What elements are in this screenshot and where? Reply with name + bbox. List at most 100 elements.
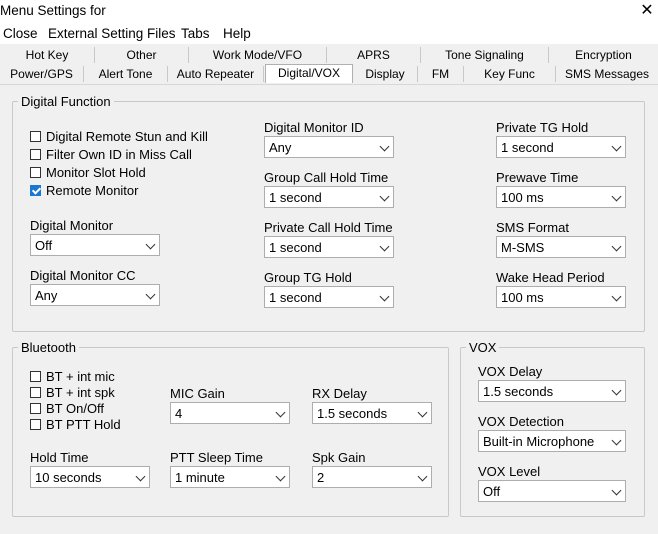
digital-monitor-select[interactable]: Off: [30, 234, 160, 256]
bt-int-mic-label: BT + int mic: [46, 369, 115, 384]
vox-delay-select[interactable]: 1.5 seconds: [478, 380, 626, 402]
vox-detection-label: VOX Detection: [478, 414, 564, 429]
tab-row-bottom: Power/GPS Alert Tone Auto Repeater Digit…: [0, 64, 658, 83]
bt-int-spk-label: BT + int spk: [46, 385, 115, 400]
ptt-sleep-time-label: PTT Sleep Time: [170, 450, 263, 465]
group-tg-hold-value: 1 second: [269, 290, 322, 305]
wake-head-period-label: Wake Head Period: [496, 270, 605, 285]
chevron-down-icon: [275, 407, 286, 418]
tab-work-mode-vfo[interactable]: Work Mode/VFO: [189, 47, 327, 63]
menu-external-setting-files[interactable]: External Setting Files: [48, 26, 176, 41]
chevron-down-icon: [135, 471, 146, 482]
chevron-down-icon: [611, 291, 622, 302]
group-call-hold-time-value: 1 second: [269, 190, 322, 205]
chevron-down-icon: [417, 471, 428, 482]
group-call-hold-time-select[interactable]: 1 second: [264, 186, 394, 208]
tab-power-gps[interactable]: Power/GPS: [0, 66, 84, 82]
tab-aprs[interactable]: APRS: [327, 47, 421, 63]
digital-monitor-id-select[interactable]: Any: [264, 136, 394, 158]
group-call-hold-time-label: Group Call Hold Time: [264, 170, 389, 185]
menu-close[interactable]: Close: [3, 26, 38, 41]
tab-fm[interactable]: FM: [418, 66, 464, 82]
prewave-time-value: 100 ms: [501, 190, 544, 205]
mic-gain-select[interactable]: 4: [170, 402, 290, 424]
private-call-hold-time-select[interactable]: 1 second: [264, 236, 394, 258]
vox-title: VOX: [466, 340, 500, 355]
tab-key-func[interactable]: Key Func: [464, 66, 556, 82]
prewave-time-select[interactable]: 100 ms: [496, 186, 626, 208]
vox-level-label: VOX Level: [478, 464, 541, 479]
digital-monitor-cc-label: Digital Monitor CC: [30, 268, 136, 283]
bt-on-off-label: BT On/Off: [46, 401, 105, 416]
chevron-down-icon: [417, 407, 428, 418]
tab-row-top: Hot Key Other Work Mode/VFO APRS Tone Si…: [0, 47, 658, 64]
spk-gain-label: Spk Gain: [312, 450, 366, 465]
vox-level-value: Off: [483, 484, 501, 499]
bt-on-off-checkbox[interactable]: [30, 403, 41, 414]
rx-delay-value: 1.5 seconds: [317, 406, 388, 421]
tab-auto-repeater[interactable]: Auto Repeater: [168, 66, 264, 82]
tab-tone-signaling[interactable]: Tone Signaling: [421, 47, 549, 63]
private-tg-hold-label: Private TG Hold: [496, 120, 589, 135]
bt-int-mic-checkbox[interactable]: [30, 371, 41, 382]
tab-encryption[interactable]: Encryption: [549, 47, 658, 63]
sms-format-select[interactable]: M-SMS: [496, 236, 626, 258]
chevron-down-icon: [145, 239, 156, 250]
vox-delay-value: 1.5 seconds: [483, 384, 554, 399]
vox-level-select[interactable]: Off: [478, 480, 626, 502]
digital-monitor-cc-value: Any: [35, 288, 58, 303]
digital-monitor-id-value: Any: [269, 140, 292, 155]
remote-monitor-label: Remote Monitor: [46, 183, 139, 198]
chevron-down-icon: [379, 141, 390, 152]
digital-monitor-cc-select[interactable]: Any: [30, 284, 160, 306]
chevron-down-icon: [611, 485, 622, 496]
bluetooth-title: Bluetooth: [18, 340, 79, 355]
chevron-down-icon: [611, 385, 622, 396]
spk-gain-value: 2: [317, 470, 325, 485]
private-call-hold-time-value: 1 second: [269, 240, 322, 255]
remote-monitor-checkbox[interactable]: [30, 185, 41, 196]
filter-own-id-label: Filter Own ID in Miss Call: [46, 147, 192, 162]
mic-gain-label: MIC Gain: [170, 386, 225, 401]
close-icon[interactable]: ✕: [638, 1, 656, 21]
ptt-sleep-time-select[interactable]: 1 minute: [170, 466, 290, 488]
menu-help[interactable]: Help: [223, 26, 251, 41]
chevron-down-icon: [379, 191, 390, 202]
tab-hot-key[interactable]: Hot Key: [0, 47, 95, 63]
window-title: Menu Settings for: [0, 3, 106, 18]
digital-function-title: Digital Function: [18, 94, 114, 109]
hold-time-select[interactable]: 10 seconds: [30, 466, 150, 488]
chevron-down-icon: [611, 435, 622, 446]
private-tg-hold-value: 1 second: [501, 140, 554, 155]
rx-delay-select[interactable]: 1.5 seconds: [312, 402, 432, 424]
group-tg-hold-select[interactable]: 1 second: [264, 286, 394, 308]
spk-gain-select[interactable]: 2: [312, 466, 432, 488]
tab-sms-messages[interactable]: SMS Messages: [556, 66, 658, 82]
wake-head-period-select[interactable]: 100 ms: [496, 286, 626, 308]
private-call-hold-time-label: Private Call Hold Time: [264, 220, 393, 235]
menu-tabs[interactable]: Tabs: [181, 26, 210, 41]
mic-gain-value: 4: [175, 406, 183, 421]
monitor-slot-hold-label: Monitor Slot Hold: [46, 165, 146, 180]
sms-format-label: SMS Format: [496, 220, 569, 235]
bt-ptt-hold-checkbox[interactable]: [30, 419, 41, 430]
private-tg-hold-select[interactable]: 1 second: [496, 136, 626, 158]
stun-kill-checkbox[interactable]: [30, 131, 41, 142]
filter-own-id-checkbox[interactable]: [30, 149, 41, 160]
prewave-time-label: Prewave Time: [496, 170, 579, 185]
ptt-sleep-time-value: 1 minute: [175, 470, 225, 485]
bt-int-spk-checkbox[interactable]: [30, 387, 41, 398]
digital-monitor-value: Off: [35, 238, 53, 253]
chevron-down-icon: [611, 141, 622, 152]
hold-time-value: 10 seconds: [35, 470, 102, 485]
tab-other[interactable]: Other: [95, 47, 189, 63]
chevron-down-icon: [611, 241, 622, 252]
vox-delay-label: VOX Delay: [478, 364, 543, 379]
tab-display[interactable]: Display: [353, 66, 418, 82]
sms-format-value: M-SMS: [501, 240, 545, 255]
chevron-down-icon: [275, 471, 286, 482]
vox-detection-select[interactable]: Built-in Microphone: [478, 430, 626, 452]
monitor-slot-hold-checkbox[interactable]: [30, 167, 41, 178]
tab-digital-vox[interactable]: Digital/VOX: [265, 64, 353, 83]
tab-alert-tone[interactable]: Alert Tone: [84, 66, 168, 82]
